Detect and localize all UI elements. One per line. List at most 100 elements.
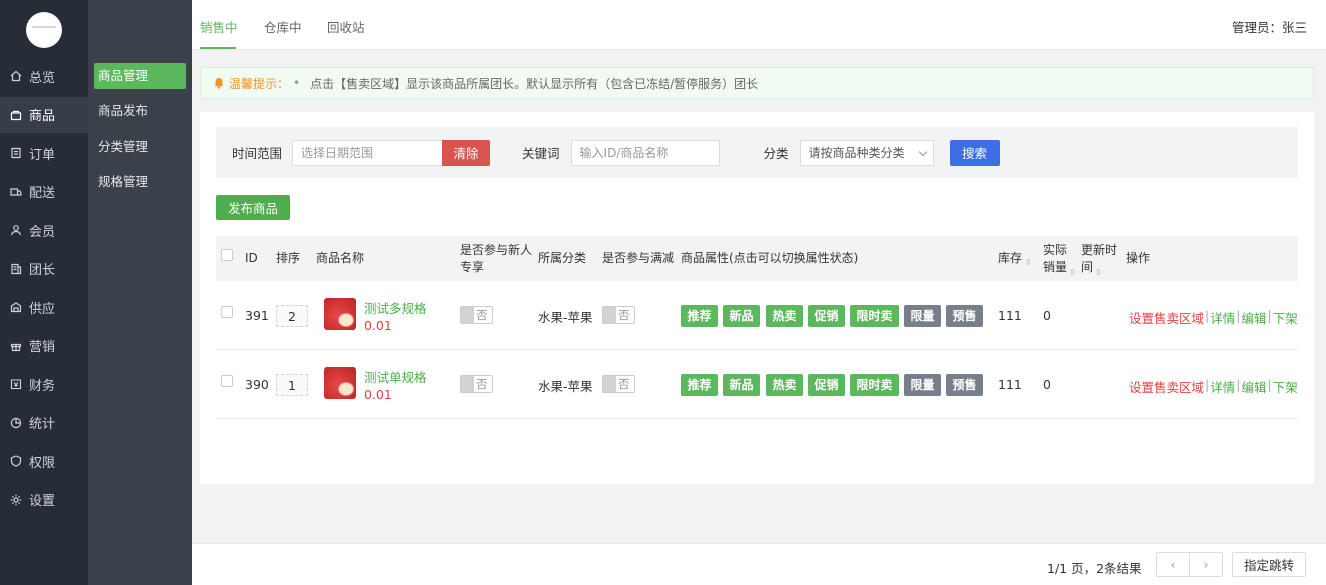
tab-on-sale[interactable]: 销售中 bbox=[200, 17, 238, 36]
gift-icon bbox=[10, 340, 22, 352]
nav-item-label: 统计 bbox=[29, 417, 56, 432]
row-checkbox[interactable] bbox=[221, 375, 233, 387]
product-name[interactable]: 测试单规格 bbox=[364, 367, 427, 386]
separator: | bbox=[1267, 377, 1272, 392]
attr-tag[interactable]: 促销 bbox=[808, 374, 845, 396]
table-row: 390 1 测试单规格 0.01 否 水果-苹果 否 推荐 新品 热卖 促销 限时卖 限量 预售 111 0 设… bbox=[216, 350, 1298, 419]
sort-input[interactable]: 1 bbox=[276, 374, 308, 396]
attr-tag[interactable]: 推荐 bbox=[681, 305, 718, 327]
nav-item-label: 设置 bbox=[29, 494, 56, 509]
home-icon bbox=[10, 70, 22, 82]
tab-recycle[interactable]: 回收站 bbox=[327, 17, 365, 36]
attr-tag[interactable]: 热卖 bbox=[766, 305, 803, 327]
th-updated-line2[interactable]: 间 bbox=[1081, 259, 1093, 275]
discount-toggle[interactable]: 否 bbox=[602, 306, 635, 324]
attr-tag[interactable]: 促销 bbox=[808, 305, 845, 327]
edit-link[interactable]: 编辑 bbox=[1241, 308, 1266, 327]
nav-item-label: 商品 bbox=[29, 109, 56, 124]
submenu-item[interactable]: 分类管理 bbox=[94, 134, 186, 160]
detail-link[interactable]: 详情 bbox=[1210, 377, 1235, 396]
logo bbox=[26, 12, 62, 48]
nav-item-11[interactable]: 设置 bbox=[0, 482, 88, 518]
admin-name[interactable]: 管理员：张三 bbox=[1232, 17, 1307, 36]
pagination-bar: 1/1 页，2条结果 ‹ › 指定跳转 bbox=[192, 543, 1326, 585]
product-name[interactable]: 测试多规格 bbox=[364, 298, 427, 317]
attr-tag[interactable]: 限量 bbox=[904, 374, 941, 396]
nav-item-9[interactable]: 统计 bbox=[0, 405, 88, 441]
sort-icon[interactable]: ⇕ bbox=[1095, 265, 1102, 281]
sort-icon[interactable]: ⇕ bbox=[1069, 265, 1076, 281]
detail-link[interactable]: 详情 bbox=[1210, 308, 1235, 327]
keyword-input[interactable]: 输入ID/商品名称 bbox=[570, 139, 720, 166]
tip-label: 温馨提示： bbox=[229, 76, 290, 91]
newbie-toggle[interactable]: 否 bbox=[460, 306, 493, 324]
set-area-link[interactable]: 设置售卖区域 bbox=[1129, 377, 1204, 396]
th-category: 所属分类 bbox=[538, 251, 587, 265]
newbie-toggle[interactable]: 否 bbox=[460, 375, 493, 393]
nav-item-2[interactable]: 订单 bbox=[0, 135, 88, 171]
sort-input[interactable]: 2 bbox=[276, 305, 308, 327]
toggle-label: 否 bbox=[476, 377, 488, 391]
th-stock[interactable]: 库存 bbox=[998, 250, 1022, 266]
product-image bbox=[324, 367, 356, 399]
attr-tag[interactable]: 新品 bbox=[723, 305, 760, 327]
offline-link[interactable]: 下架 bbox=[1273, 308, 1298, 327]
product-price: 0.01 bbox=[364, 387, 392, 402]
th-sort: 排序 bbox=[276, 251, 301, 265]
next-page-button[interactable]: › bbox=[1189, 552, 1223, 577]
search-button[interactable]: 搜索 bbox=[949, 139, 1000, 166]
nav-item-10[interactable]: 权限 bbox=[0, 443, 88, 479]
set-area-link[interactable]: 设置售卖区域 bbox=[1129, 308, 1204, 327]
clear-button[interactable]: 清除 bbox=[442, 139, 491, 166]
th-sales-line2[interactable]: 销量 bbox=[1043, 259, 1067, 275]
row-category: 水果-苹果 bbox=[538, 310, 593, 325]
date-range-input[interactable]: 选择日期范围 bbox=[292, 139, 443, 166]
submenu-item[interactable]: 商品发布 bbox=[94, 98, 186, 124]
attr-tag[interactable]: 预售 bbox=[946, 374, 983, 396]
nav-item-label: 会员 bbox=[29, 224, 56, 240]
nav-item-8[interactable]: 财务 bbox=[0, 366, 88, 402]
row-sales: 0 bbox=[1043, 308, 1051, 323]
category-select[interactable]: 请按商品种类分类 bbox=[799, 139, 934, 166]
th-ops: 操作 bbox=[1126, 251, 1151, 265]
nav-item-4[interactable]: 会员 bbox=[0, 212, 88, 248]
submenu-item[interactable]: 商品管理 bbox=[94, 63, 186, 89]
nav-item-7[interactable]: 营销 bbox=[0, 328, 88, 364]
toggle-label: 否 bbox=[618, 377, 630, 391]
attr-tag[interactable]: 推荐 bbox=[681, 374, 718, 396]
tab-warehouse[interactable]: 仓库中 bbox=[264, 17, 302, 36]
row-id: 390 bbox=[245, 377, 269, 392]
row-checkbox[interactable] bbox=[221, 306, 233, 318]
th-newbie-line1: 是否参与新人 bbox=[460, 243, 533, 257]
attr-tag[interactable]: 限时卖 bbox=[850, 305, 899, 327]
attr-tag[interactable]: 预售 bbox=[946, 305, 983, 327]
nav-item-0[interactable]: 总览 bbox=[0, 58, 88, 94]
goto-page-button[interactable]: 指定跳转 bbox=[1232, 552, 1306, 577]
nav-item-1[interactable]: 商品 bbox=[0, 96, 88, 133]
category-label: 分类 bbox=[763, 146, 789, 161]
row-stock: 111 bbox=[998, 308, 1022, 323]
discount-toggle[interactable]: 否 bbox=[602, 375, 635, 393]
row-id: 391 bbox=[245, 308, 269, 323]
nav-item-5[interactable]: 团长 bbox=[0, 251, 88, 287]
toggle-label: 否 bbox=[476, 308, 488, 322]
select-all-checkbox[interactable] bbox=[221, 249, 233, 261]
submenu-item[interactable]: 规格管理 bbox=[94, 169, 186, 195]
prev-page-button[interactable]: ‹ bbox=[1156, 552, 1190, 577]
nav-item-3[interactable]: 配送 bbox=[0, 174, 88, 210]
offline-link[interactable]: 下架 bbox=[1273, 377, 1298, 396]
category-value: 请按商品种类分类 bbox=[808, 146, 905, 160]
finance-icon bbox=[10, 378, 22, 390]
edit-link[interactable]: 编辑 bbox=[1241, 377, 1266, 396]
publish-button[interactable]: 发布商品 bbox=[216, 195, 290, 220]
attr-tag[interactable]: 限时卖 bbox=[850, 374, 899, 396]
attr-tag[interactable]: 限量 bbox=[904, 305, 941, 327]
main-sidebar: 总览商品订单 配送会员团长 供应 营销 财务统计权限设置 bbox=[0, 0, 88, 585]
attr-tag[interactable]: 热卖 bbox=[766, 374, 803, 396]
sort-icon[interactable]: ⇕ bbox=[1025, 255, 1032, 271]
toggle-label: 否 bbox=[618, 308, 630, 322]
user-icon bbox=[10, 224, 22, 236]
nav-item-6[interactable]: 供应 bbox=[0, 289, 88, 325]
attr-tag[interactable]: 新品 bbox=[723, 374, 760, 396]
separator: | bbox=[1236, 377, 1241, 392]
